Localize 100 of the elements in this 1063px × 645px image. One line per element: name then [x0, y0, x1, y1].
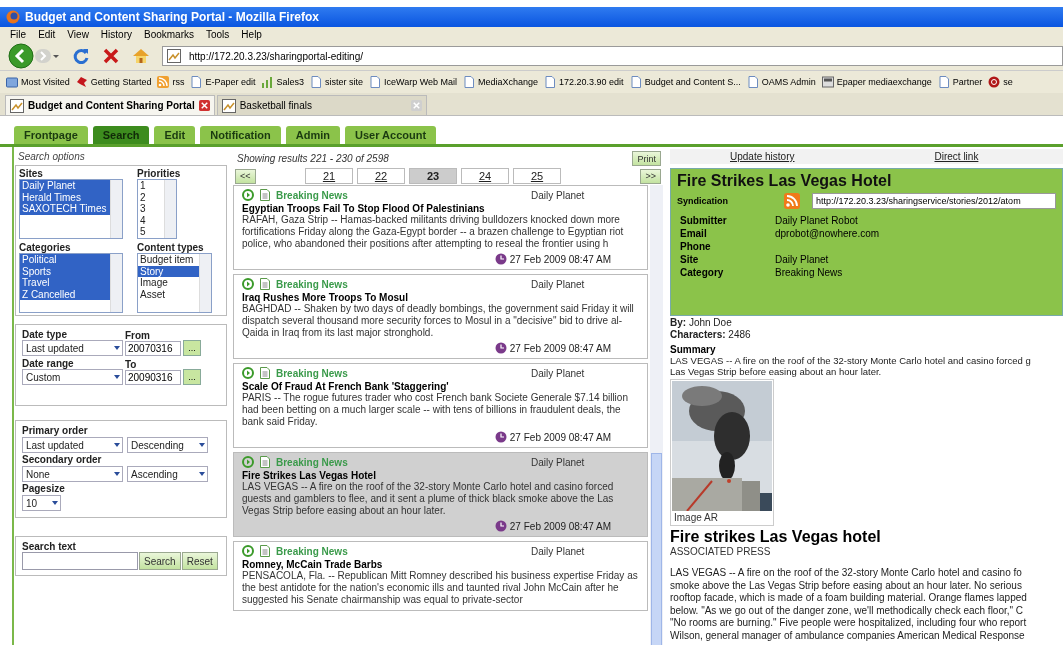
result-card[interactable] — [233, 185, 648, 270]
bookmark-link[interactable]: Most Visited — [21, 77, 70, 87]
browser-tab[interactable]: Basketball finals — [216, 95, 427, 115]
dropdown[interactable]: None — [22, 466, 123, 482]
list-option[interactable]: Political — [20, 254, 110, 266]
close-icon[interactable] — [198, 100, 210, 111]
dropdown[interactable]: Custom — [22, 369, 123, 385]
bookmark-link[interactable]: Sales3 — [276, 77, 304, 87]
address-bar[interactable]: http://172.20.3.23/sharingportal-editing/ — [162, 46, 1063, 66]
result-card[interactable] — [233, 363, 648, 448]
bookmark-link[interactable]: Partner — [952, 77, 983, 87]
bookmark-link[interactable]: Getting Started — [90, 77, 152, 87]
list-box[interactable]: 1 2 3 4 5 — [137, 179, 177, 239]
dropdown[interactable]: Last updated — [22, 437, 123, 453]
nav-tab[interactable]: Edit — [154, 126, 196, 144]
next-button[interactable]: >> — [640, 168, 661, 184]
reload-icon[interactable] — [72, 47, 90, 65]
scrollbar-thumb[interactable] — [651, 453, 662, 645]
result-card[interactable] — [233, 274, 648, 359]
bookmark-link[interactable]: IceWarp Web Mail — [384, 77, 457, 87]
home-icon[interactable] — [132, 47, 150, 65]
nav-tab[interactable]: Frontpage — [14, 126, 88, 144]
page-link[interactable]: 25 — [513, 168, 561, 184]
document-icon[interactable] — [259, 456, 271, 468]
list-option[interactable]: 2 — [138, 191, 164, 203]
menu-item[interactable]: Bookmarks — [144, 29, 194, 40]
dropdown[interactable]: Last updated — [22, 340, 123, 356]
list-box[interactable]: Political Sports Travel Z Cancelled — [19, 253, 123, 313]
bookmark-link[interactable]: E-Paper edit — [205, 77, 256, 87]
document-icon[interactable] — [259, 545, 271, 557]
dropdown[interactable]: 10 — [22, 495, 61, 511]
bookmark-link[interactable]: se — [1003, 77, 1013, 87]
calendar-button[interactable]: ... — [183, 340, 201, 356]
nav-tab[interactable]: Search — [92, 126, 150, 144]
menu-item[interactable]: Help — [241, 29, 262, 40]
menu-item[interactable]: View — [67, 29, 89, 40]
scrollbar[interactable] — [110, 180, 122, 238]
menu-item[interactable]: History — [100, 29, 132, 40]
rss-icon[interactable] — [784, 193, 800, 209]
list-option[interactable]: Daily Planet — [20, 180, 110, 192]
list-option[interactable]: 4 — [138, 214, 164, 226]
page-link[interactable]: 22 — [357, 168, 405, 184]
browser-tab[interactable]: Budget and Content Sharing Portal — [5, 95, 215, 115]
list-option[interactable]: 3 — [138, 203, 164, 215]
bookmark-link[interactable]: rss — [172, 77, 185, 87]
scrollbar[interactable] — [164, 180, 176, 238]
document-icon[interactable] — [259, 367, 271, 379]
play-icon[interactable] — [242, 189, 254, 201]
scrollbar[interactable] — [650, 185, 663, 645]
list-option[interactable]: Travel — [20, 277, 110, 289]
result-card[interactable] — [233, 541, 648, 611]
link[interactable]: Update history — [730, 151, 795, 162]
document-icon[interactable] — [259, 278, 271, 290]
nav-tab[interactable]: Admin — [285, 126, 340, 144]
play-icon[interactable] — [242, 456, 254, 468]
list-option[interactable]: Asset — [138, 288, 199, 300]
caret-icon[interactable] — [52, 52, 60, 60]
play-icon[interactable] — [242, 278, 254, 290]
list-option[interactable]: Budget item — [138, 254, 199, 266]
menu-item[interactable]: File — [10, 29, 27, 40]
print-button[interactable]: Print — [632, 151, 661, 166]
scrollbar[interactable] — [199, 254, 211, 312]
list-box[interactable]: Budget item Story Image Asset — [137, 253, 212, 313]
menu-item[interactable]: Tools — [206, 29, 230, 40]
nav-tab[interactable]: User Account — [345, 126, 437, 144]
nav-tab[interactable]: Notification — [200, 126, 281, 144]
date-field[interactable]: 20070316 — [125, 341, 181, 356]
calendar-button[interactable]: ... — [183, 369, 201, 385]
url-field[interactable]: http://172.20.3.23/sharingservice/stories/2012/atom — [812, 193, 1056, 209]
document-icon[interactable] — [259, 189, 271, 201]
bookmark-link[interactable]: MediaXchange — [478, 77, 539, 87]
list-option[interactable]: SAXOTECH Times — [20, 203, 110, 215]
scrollbar[interactable] — [110, 254, 122, 312]
form-button[interactable]: Search — [139, 552, 181, 570]
play-icon[interactable] — [242, 367, 254, 379]
stop-icon[interactable] — [102, 47, 120, 65]
previous-button[interactable]: << — [235, 168, 256, 184]
dropdown[interactable]: Descending — [127, 437, 208, 453]
date-field[interactable]: 20090316 — [125, 370, 181, 385]
menu-item[interactable]: Edit — [38, 29, 56, 40]
page-link[interactable]: 24 — [461, 168, 509, 184]
dropdown[interactable]: Ascending — [127, 466, 208, 482]
search-field[interactable] — [22, 552, 138, 570]
link[interactable]: Direct link — [934, 151, 979, 162]
list-option[interactable]: Story — [138, 265, 199, 277]
list-option[interactable]: 1 — [138, 180, 164, 192]
bookmark-link[interactable]: Budget and Content S... — [644, 77, 741, 87]
list-option[interactable]: Image — [138, 277, 199, 289]
play-icon[interactable] — [242, 545, 254, 557]
bookmark-link[interactable]: 172.20.3.90 edit — [559, 77, 624, 87]
form-button[interactable]: Reset — [181, 552, 218, 570]
list-box[interactable]: Daily Planet Herald Times SAXOTECH Times — [19, 179, 123, 239]
bookmark-link[interactable]: sister site — [324, 77, 363, 87]
back-button-icon[interactable] — [8, 43, 34, 69]
result-card[interactable] — [233, 452, 648, 537]
list-option[interactable]: 5 — [138, 226, 164, 238]
page-link[interactable]: 21 — [305, 168, 353, 184]
bookmark-link[interactable]: OAMS Admin — [761, 77, 816, 87]
page-link[interactable]: 23 — [409, 168, 457, 184]
bookmark-link[interactable]: Epaper mediaexchange — [836, 77, 932, 87]
